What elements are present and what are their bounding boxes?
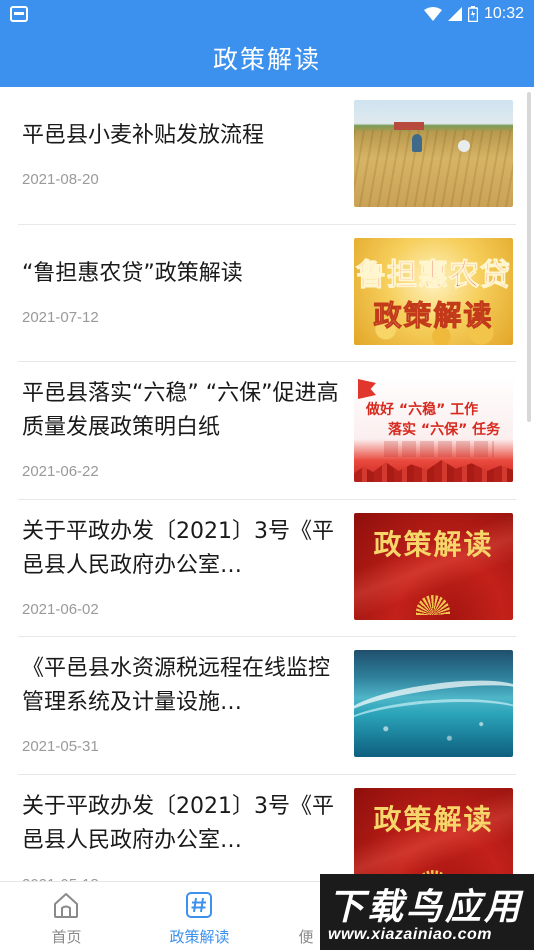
thumbnail-text: 落实 “六保” 任务 xyxy=(388,422,501,438)
article-thumbnail: 政策解读 xyxy=(354,512,513,620)
thumbnail-text: 做好 “六稳” 工作 xyxy=(366,402,479,418)
status-icons: 10:32 xyxy=(423,3,524,25)
article-title: 平邑县落实“六稳” “六保”促进高质量发展政策明白纸 xyxy=(22,381,339,440)
article-item-2[interactable]: “鲁担惠农贷”政策解读 2021-07-12 鲁担惠农贷 政策解读 xyxy=(18,225,516,362)
article-item-5[interactable]: 《平邑县水资源税远程在线监控管理系统及计量设施… 2021-05-31 xyxy=(18,637,516,775)
tab-label: 政策解读 xyxy=(169,928,230,946)
tab-home[interactable]: 首页 xyxy=(0,882,133,950)
article-thumbnail xyxy=(354,100,513,207)
article-thumbnail: 做好 “六稳” 工作 落实 “六保” 任务 xyxy=(354,375,513,482)
article-date: 2021-08-20 xyxy=(22,171,99,188)
article-thumbnail: 鲁担惠农贷 政策解读 xyxy=(354,237,513,345)
thumbnail-text: 政策解读 xyxy=(373,802,494,836)
tab-policy[interactable]: 政策解读 xyxy=(133,882,266,950)
article-date: 2021-06-02 xyxy=(22,600,99,618)
watermark-url: www.xiazainiao.com xyxy=(328,926,493,943)
notification-app-icon xyxy=(10,6,28,22)
article-title: 关于平政办发〔2021〕3号《平邑县人民政府办公室… xyxy=(22,793,334,853)
article-thumbnail: 政策解读 xyxy=(354,787,513,881)
scrollbar[interactable] xyxy=(527,92,531,422)
article-item-3[interactable]: 平邑县落实“六稳” “六保”促进高质量发展政策明白纸 2021-06-22 做好… xyxy=(18,362,516,500)
article-list[interactable]: 平邑县小麦补贴发放流程 2021-08-20 “鲁担惠农贷”政策解读 2021-… xyxy=(0,87,534,881)
article-thumbnail xyxy=(354,650,513,757)
watermark-logo-text: 下载鸟应用 xyxy=(328,887,524,928)
signal-icon xyxy=(447,7,462,21)
page-title: 政策解读 xyxy=(212,44,321,74)
battery-icon xyxy=(467,6,478,22)
site-watermark: 下载鸟应用 www.xiazainiao.com xyxy=(320,874,534,950)
article-date: 2021-07-12 xyxy=(22,308,99,326)
article-title: 关于平政办发〔2021〕3号《平邑县人民政府办公室… xyxy=(22,518,334,578)
flag-icon xyxy=(358,379,376,399)
article-title: 平邑县小麦补贴发放流程 xyxy=(22,123,265,148)
article-title: 《平邑县水资源税远程在线监控管理系统及计量设施… xyxy=(22,656,331,715)
article-item-1[interactable]: 平邑县小麦补贴发放流程 2021-08-20 xyxy=(18,87,516,225)
article-item-4[interactable]: 关于平政办发〔2021〕3号《平邑县人民政府办公室… 2021-06-02 政策… xyxy=(18,500,516,637)
article-date: 2021-06-22 xyxy=(22,463,99,480)
hashtag-icon xyxy=(186,892,212,918)
article-title: “鲁担惠农贷”政策解读 xyxy=(22,260,243,286)
article-item-6[interactable]: 关于平政办发〔2021〕3号《平邑县人民政府办公室… 2021-05-18 政策… xyxy=(18,775,516,881)
wifi-icon xyxy=(423,7,442,21)
article-date: 2021-05-31 xyxy=(22,738,99,755)
home-icon xyxy=(54,893,78,918)
thumbnail-text: 政策解读 xyxy=(373,527,494,561)
tab-label: 首页 xyxy=(51,928,82,946)
thumbnail-text: 政策解读 xyxy=(373,298,494,332)
thumbnail-text: 鲁担惠农贷 xyxy=(356,257,511,293)
app-header: 政策解读 xyxy=(0,28,534,87)
status-time: 10:32 xyxy=(483,5,524,22)
status-bar: 10:32 xyxy=(0,0,534,28)
